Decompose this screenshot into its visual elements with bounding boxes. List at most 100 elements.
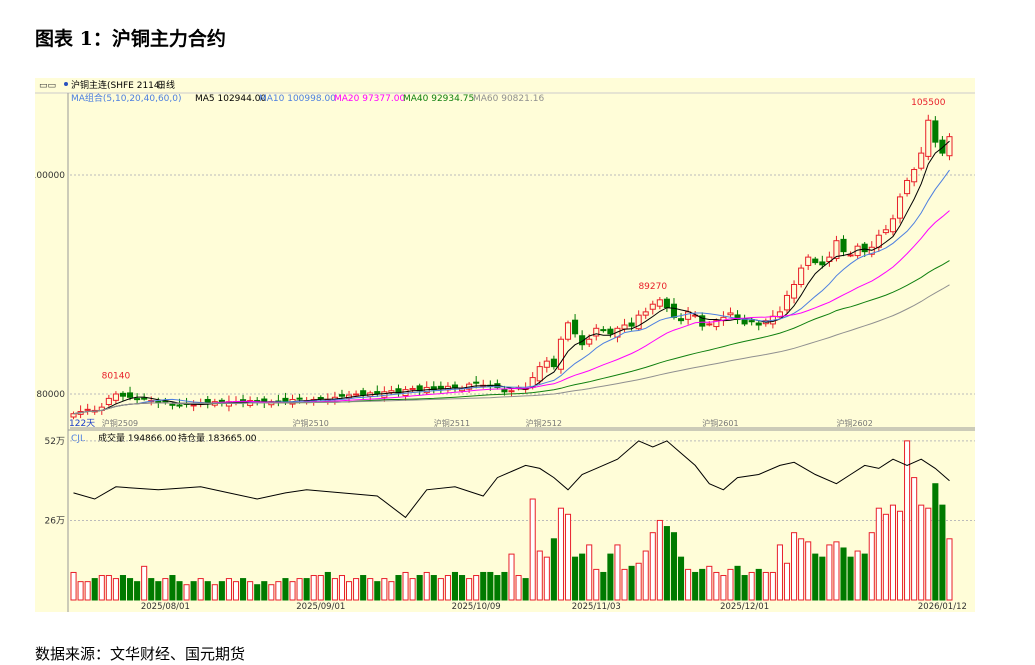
candle-body	[451, 384, 459, 388]
volume-bar	[459, 575, 466, 601]
cjl-dropdown[interactable]: CJL	[71, 434, 85, 444]
candle-body	[628, 322, 635, 327]
candle-body	[925, 119, 932, 157]
candle	[607, 326, 614, 338]
volume-bar	[536, 550, 543, 601]
volume-bar	[494, 575, 501, 601]
candle	[946, 133, 953, 161]
volume-bar	[268, 584, 275, 601]
date-label: 2025/09/01	[296, 602, 345, 612]
candle	[882, 224, 889, 235]
volume-bar	[833, 541, 840, 601]
candle	[232, 396, 240, 406]
volume-bar	[579, 553, 586, 601]
candle-body	[437, 385, 444, 390]
volume-bar	[211, 584, 218, 601]
candle	[889, 214, 896, 236]
candle-body	[748, 320, 755, 323]
volume-bar	[331, 578, 338, 601]
candle-body	[317, 397, 324, 400]
candle	[769, 310, 776, 329]
volume-bar	[345, 581, 353, 601]
candle	[550, 355, 557, 370]
candle-body	[791, 284, 798, 299]
candle	[105, 394, 112, 407]
volume-bar	[713, 571, 720, 601]
ma-combo-dropdown[interactable]: MA组合(5,10,20,40,60,0)	[71, 92, 182, 104]
vol-y-tick-label: 26万	[45, 516, 65, 526]
candle	[699, 312, 706, 331]
candle-body	[105, 397, 112, 406]
volume-bar	[289, 581, 296, 601]
volume-bar	[303, 578, 310, 601]
volume-bar	[819, 556, 826, 601]
candle	[798, 264, 805, 288]
volume-bar	[543, 556, 550, 601]
volume-bar	[225, 578, 232, 601]
candle-body	[607, 328, 614, 335]
volume-bar	[247, 581, 254, 601]
candle	[840, 235, 847, 257]
candle	[409, 385, 416, 393]
date-label: 2025/08/01	[141, 602, 190, 612]
candle-body	[649, 303, 656, 310]
candle	[642, 307, 649, 319]
candle-body	[112, 393, 119, 401]
candle	[727, 307, 734, 318]
volume-bar	[593, 568, 600, 601]
figure-title: 图表 1：沪铜主力合约	[35, 28, 226, 50]
candle-body	[353, 393, 360, 396]
candle-body	[600, 329, 607, 332]
volume-bar	[261, 581, 268, 601]
candle-body	[508, 390, 515, 393]
ma5-value: MA5 102944.00	[195, 94, 266, 104]
candle	[423, 381, 430, 395]
volume-bar	[706, 565, 713, 601]
candle	[614, 326, 621, 343]
candle-body	[564, 322, 572, 340]
oi-value: 持仓量 183665.00	[178, 432, 257, 444]
candle-body	[543, 360, 550, 368]
candlestick-chart[interactable]: ▭▭ 沪铜主连(SHFE 2114) 日线 MA组合(5,10,20,40,60…	[31, 78, 975, 612]
candle-body	[119, 392, 127, 397]
candle	[755, 320, 762, 331]
volume-bar	[148, 578, 155, 601]
chart-panel: ▭▭ 沪铜主连(SHFE 2114) 日线 MA组合(5,10,20,40,60…	[31, 78, 975, 612]
candle	[932, 116, 939, 148]
volume-bar	[430, 575, 437, 601]
volume-bar	[402, 571, 409, 601]
date-label: 2025/11/03	[572, 602, 621, 612]
candle-body	[663, 298, 670, 308]
volume-bar	[925, 507, 932, 601]
candle	[748, 317, 755, 326]
volume-bar	[635, 562, 642, 601]
volume-bar	[416, 575, 423, 601]
volume-bar	[395, 575, 402, 601]
candle	[204, 395, 211, 409]
volume-bar	[854, 550, 861, 601]
candle	[896, 193, 904, 224]
period-dropdown[interactable]: 日线	[157, 79, 175, 91]
volume-bar	[360, 575, 367, 601]
candle-body	[84, 408, 91, 411]
candle	[451, 381, 459, 392]
date-label: 2026/01/12	[918, 602, 967, 612]
open-interest-line	[73, 440, 950, 519]
y-tick-label: 100000	[35, 171, 65, 181]
volume-bar	[600, 571, 607, 601]
ma40-value: MA40 92934.75	[403, 94, 474, 104]
volume-bar	[155, 581, 162, 601]
volume-bar	[141, 565, 148, 601]
volume-bar	[720, 575, 727, 601]
candle-body	[685, 311, 692, 320]
candle-body	[904, 179, 911, 195]
volume-bar	[98, 575, 105, 601]
volume-bar	[515, 575, 522, 601]
volume-bar	[310, 575, 317, 601]
candle-body	[798, 267, 805, 285]
volume-value: 成交量 194866.00	[98, 432, 177, 444]
candle	[925, 114, 932, 161]
candle-body	[706, 323, 713, 326]
volume-bar	[183, 584, 190, 601]
volume-bar	[656, 519, 663, 601]
